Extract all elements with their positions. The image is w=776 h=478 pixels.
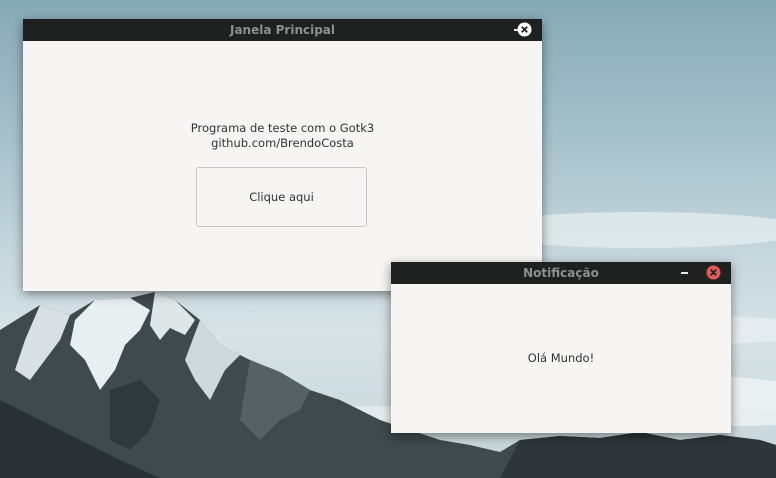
main-window-titlebar[interactable]: Janela Principal: [23, 19, 542, 41]
minimize-icon: [681, 272, 688, 274]
close-button[interactable]: [704, 262, 724, 284]
close-icon: [706, 265, 721, 280]
click-here-button[interactable]: Clique aqui: [196, 167, 367, 227]
info-label-line2: github.com/BrendoCosta: [211, 136, 354, 150]
main-window-title: Janela Principal: [229, 23, 336, 37]
main-window-content: Programa de teste com o Gotk3 github.com…: [23, 41, 542, 291]
info-label: Programa de teste com o Gotk3 github.com…: [23, 121, 542, 151]
main-window: Janela Principal Programa de teste com o…: [23, 19, 542, 291]
info-label-line1: Programa de teste com o Gotk3: [190, 121, 375, 135]
notification-window-title: Notificação: [523, 266, 599, 280]
notification-message: Olá Mundo!: [527, 351, 595, 365]
notification-window: Notificação Olá Mundo!: [391, 262, 731, 433]
close-button[interactable]: [515, 19, 535, 41]
notification-window-titlebar[interactable]: Notificação: [391, 262, 731, 284]
notification-window-content: Olá Mundo!: [391, 283, 731, 433]
close-icon: [517, 22, 532, 37]
minimize-button[interactable]: [675, 262, 695, 284]
